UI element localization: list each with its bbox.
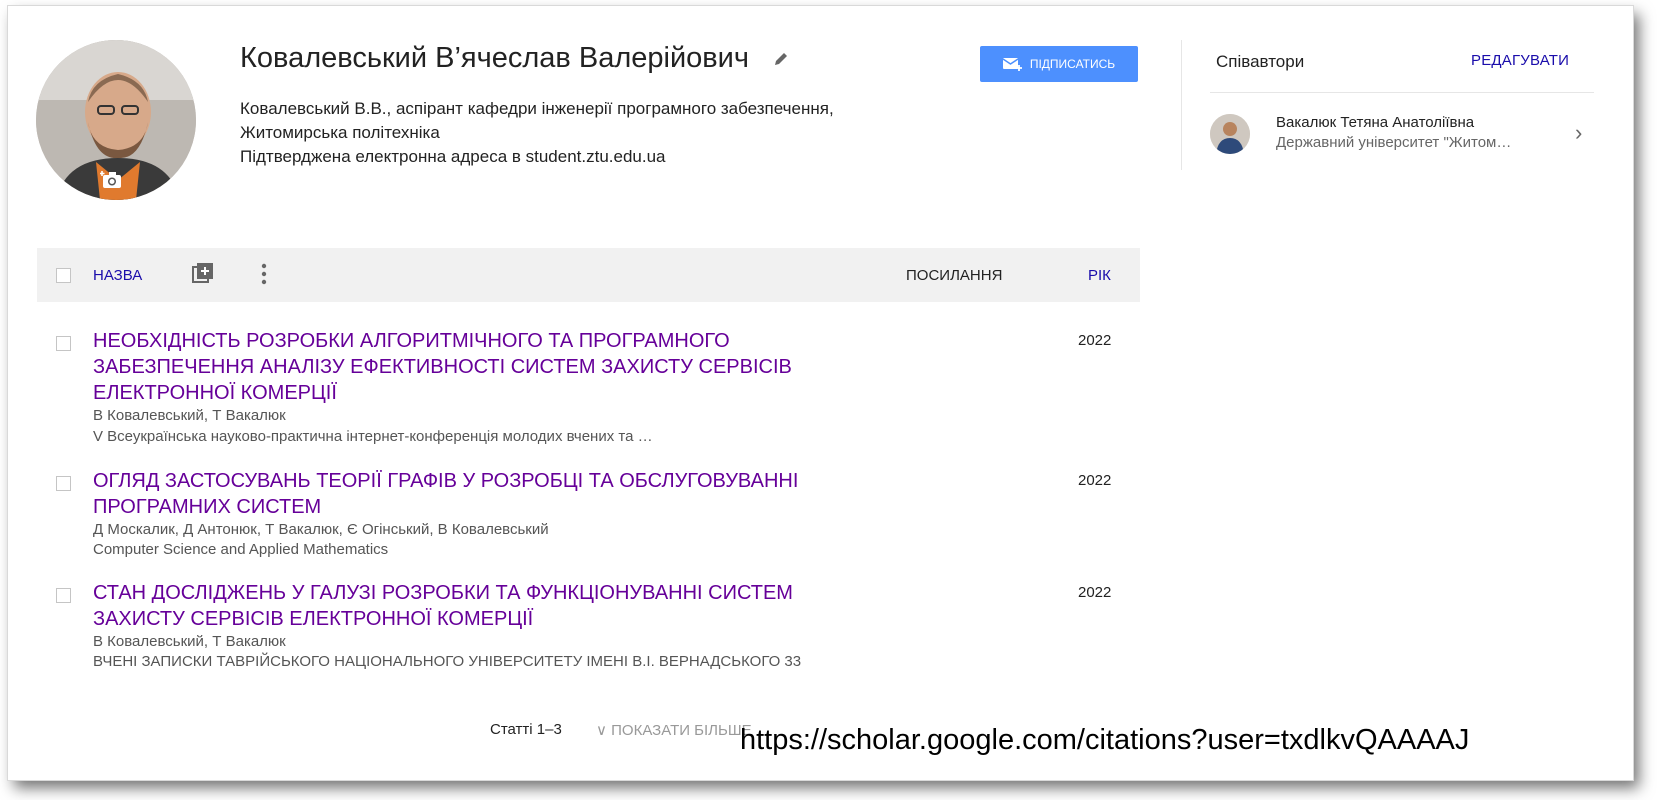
articles-count: Статті 1–3: [490, 721, 562, 738]
sort-by-title[interactable]: НАЗВА: [93, 267, 142, 284]
article-title-link[interactable]: СТАН ДОСЛІДЖЕНЬ У ГАЛУЗІ РОЗРОБКИ ТА ФУН…: [93, 580, 853, 632]
article-row: СТАН ДОСЛІДЖЕНЬ У ГАЛУЗІ РОЗРОБКИ ТА ФУН…: [37, 580, 1140, 670]
coauthor-affiliation: Державний університет "Житом…: [1276, 134, 1512, 151]
follow-button[interactable]: ПІДПИСАТИСЬ: [980, 46, 1138, 82]
show-more-button[interactable]: ∨ ПОКАЗАТИ БІЛЬШЕ: [596, 721, 752, 739]
panel-divider: [1181, 40, 1182, 170]
article-year: 2022: [1078, 332, 1112, 349]
caption-url: https://scholar.google.com/citations?use…: [740, 724, 1470, 756]
article-year: 2022: [1078, 472, 1112, 489]
profile-header: Ковалевський В’ячеслав Валерійович: [240, 42, 789, 75]
affiliation-line-1: Ковалевський В.В., аспірант кафедри інже…: [240, 99, 834, 118]
select-all-checkbox[interactable]: [56, 268, 71, 283]
article-checkbox[interactable]: [56, 588, 71, 603]
article-row: ОГЛЯД ЗАСТОСУВАНЬ ТЕОРІЇ ГРАФІВ У РОЗРОБ…: [37, 468, 1140, 558]
article-year: 2022: [1078, 584, 1112, 601]
more-vert-icon[interactable]: [259, 262, 269, 286]
chevron-right-icon: ›: [1575, 120, 1583, 145]
coauthors-edit-link[interactable]: РЕДАГУВАТИ: [1471, 52, 1569, 69]
article-checkbox[interactable]: [56, 476, 71, 491]
coauthors-title: Співавтори: [1216, 52, 1305, 71]
profile-name: Ковалевський В’ячеслав Валерійович: [240, 42, 749, 74]
article-venue: Computer Science and Applied Mathematics: [93, 541, 389, 558]
coauthor-name: Вакалюк Тетяна Анатоліївна: [1276, 114, 1475, 131]
sort-by-year[interactable]: РІК: [1088, 267, 1111, 284]
mail-plus-icon: [1002, 58, 1022, 71]
article-venue: ВЧЕНІ ЗАПИСКИ ТАВРІЙСЬКОГО НАЦІОНАЛЬНОГО…: [93, 653, 802, 670]
article-row: НЕОБХІДНІСТЬ РОЗРОБКИ АЛГОРИТМІЧНОГО ТА …: [37, 328, 1140, 445]
coauthor-item[interactable]: Вакалюк Тетяна Анатоліївна Державний уні…: [1210, 108, 1594, 162]
article-checkbox[interactable]: [56, 336, 71, 351]
follow-label: ПІДПИСАТИСЬ: [1029, 57, 1116, 71]
article-authors: В Ковалевський, Т Вакалюк: [93, 407, 286, 424]
add-photo-icon[interactable]: [99, 170, 124, 190]
affiliation-line-2: Житомирська політехніка: [240, 123, 440, 142]
profile-affiliation: Ковалевський В.В., аспірант кафедри інже…: [240, 97, 940, 169]
verified-email: Підтверджена електронна адреса в student…: [240, 147, 666, 166]
coauthor-avatar: [1210, 114, 1250, 154]
article-title-link[interactable]: ОГЛЯД ЗАСТОСУВАНЬ ТЕОРІЇ ГРАФІВ У РОЗРОБ…: [93, 468, 853, 520]
coauthors-divider: [1210, 92, 1594, 93]
article-title-link[interactable]: НЕОБХІДНІСТЬ РОЗРОБКИ АЛГОРИТМІЧНОГО ТА …: [93, 328, 853, 406]
edit-pencil-icon[interactable]: [773, 51, 789, 67]
article-authors: Д Москалик, Д Антонюк, Т Вакалюк, Є Огін…: [93, 521, 549, 538]
add-article-icon[interactable]: [192, 262, 214, 284]
article-authors: В Ковалевський, Т Вакалюк: [93, 633, 286, 650]
column-citations: ПОСИЛАННЯ: [906, 267, 1003, 284]
articles-table-header: НАЗВА ПОСИЛАННЯ РІК: [37, 248, 1140, 302]
article-venue: V Всеукраїнська науково-практична інтерн…: [93, 428, 653, 445]
